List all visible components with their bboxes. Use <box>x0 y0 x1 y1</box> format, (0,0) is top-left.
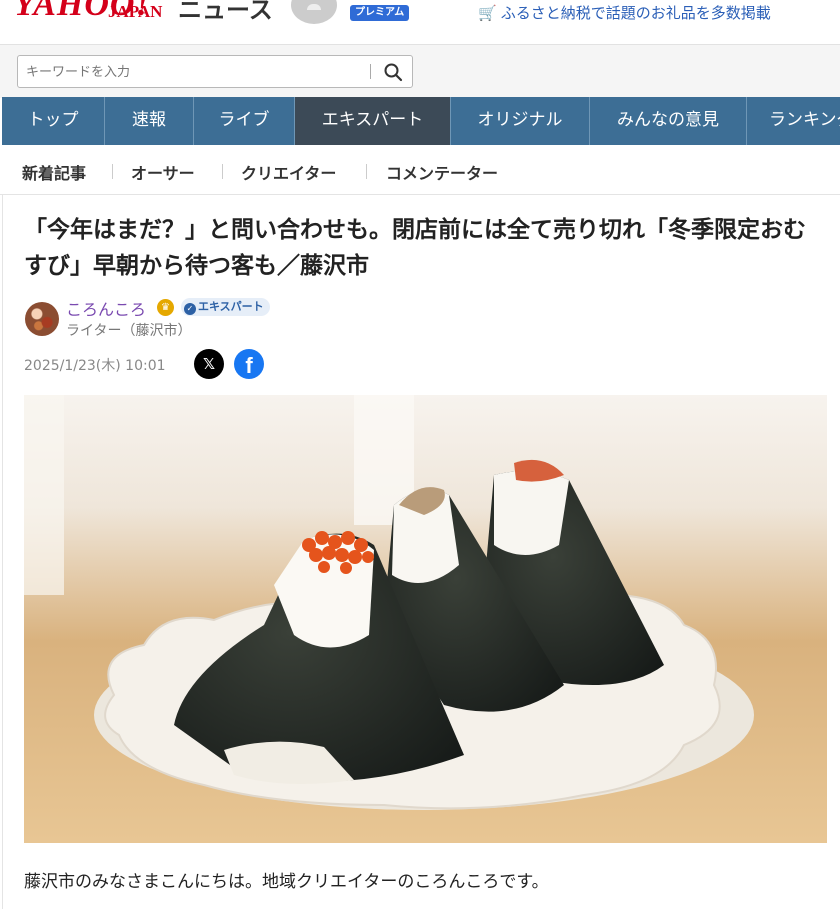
tab-ranking[interactable]: ランキング <box>747 97 840 145</box>
site-header: YAHOO! JAPAN ニュース プレミアム 🛒 ふるさと納税で話題のお礼品を多… <box>0 0 840 44</box>
search-divider <box>370 64 371 79</box>
subnav-divider <box>366 164 367 179</box>
expert-badge-label: エキスパート <box>198 300 264 313</box>
tab-live[interactable]: ライブ <box>194 97 295 145</box>
tab-breaking[interactable]: 速報 <box>105 97 194 145</box>
search-box <box>17 55 413 88</box>
expert-badge: ✓ エキスパート <box>181 298 270 316</box>
author-name[interactable]: ころんころ <box>66 296 146 320</box>
cart-icon: 🛒 <box>478 4 497 22</box>
yahoo-logo-japan: JAPAN <box>108 2 163 21</box>
subnav-divider <box>222 164 223 179</box>
subnav-new-articles[interactable]: 新着記事 <box>22 160 86 184</box>
search-icon <box>384 63 403 82</box>
x-share-button[interactable]: 𝕏 <box>194 349 224 379</box>
premium-badge[interactable]: プレミアム <box>350 5 410 21</box>
furusato-label: ふるさと納税で話題のお礼品を多数掲載 <box>500 4 771 22</box>
main-nav: トップ 速報 ライブ エキスパート オリジナル みんなの意見 ランキング <box>2 97 840 145</box>
search-bar <box>0 44 840 98</box>
author-avatar[interactable] <box>25 302 59 336</box>
article-photo <box>24 395 827 843</box>
article-lead: 藤沢市のみなさまこんにちは。地域クリエイターのころんころです。 <box>24 872 549 892</box>
facebook-icon: f <box>245 353 253 378</box>
check-icon: ✓ <box>184 303 196 315</box>
search-button[interactable] <box>382 61 404 83</box>
subnav-commentators[interactable]: コメンテーター <box>386 160 498 184</box>
user-avatar[interactable] <box>291 0 337 24</box>
x-logo-icon: 𝕏 <box>202 355 216 373</box>
tab-original[interactable]: オリジナル <box>451 97 590 145</box>
service-name[interactable]: ニュース <box>178 0 273 25</box>
crown-icon: ♛ <box>157 299 174 316</box>
tab-expert[interactable]: エキスパート <box>295 97 451 145</box>
author-role: ライター（藤沢市） <box>66 323 192 339</box>
article-title: 「今年はまだ？」と問い合わせも。閉店前には全て売り切れ「冬季限定おむすび」早朝か… <box>24 217 806 279</box>
tab-top[interactable]: トップ <box>2 97 105 145</box>
publish-date: 2025/1/23(木) 10:01 <box>24 358 166 374</box>
article: 「今年はまだ？」と問い合わせも。閉店前には全て売り切れ「冬季限定おむすび」早朝か… <box>2 195 840 909</box>
facebook-share-button[interactable]: f <box>234 349 264 379</box>
furusato-link[interactable]: 🛒 ふるさと納税で話題のお礼品を多数掲載 <box>478 2 771 23</box>
search-input[interactable] <box>24 62 378 82</box>
onigiri-photo <box>24 395 827 843</box>
expert-subnav: 新着記事 オーサー クリエイター コメンテーター <box>0 146 840 195</box>
subnav-authors[interactable]: オーサー <box>131 160 195 184</box>
subnav-divider <box>112 164 113 179</box>
tab-opinions[interactable]: みんなの意見 <box>590 97 747 145</box>
subnav-creators[interactable]: クリエイター <box>241 160 336 184</box>
